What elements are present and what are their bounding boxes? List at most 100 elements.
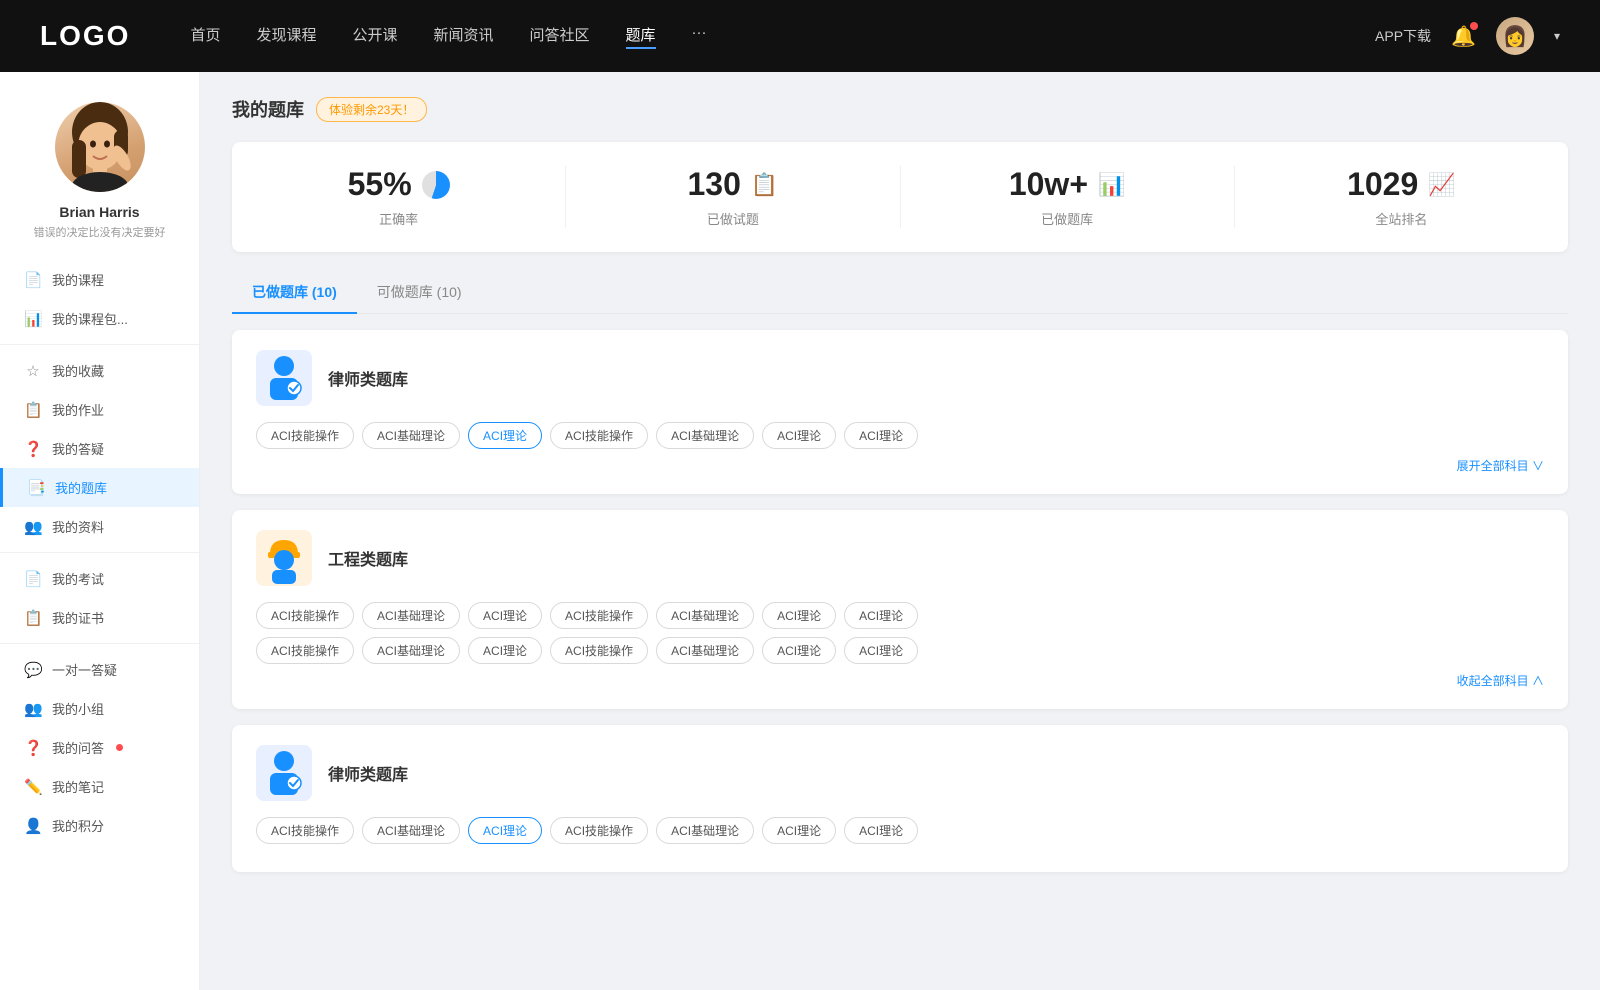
tab-available-banks[interactable]: 可做题库 (10) [357,272,482,314]
page-wrapper: Brian Harris 错误的决定比没有决定要好 📄 我的课程 📊 我的课程包… [0,0,1600,990]
nav-more[interactable]: ··· [692,24,707,49]
stat-done-banks-label: 已做题库 [1041,209,1093,228]
sidebar-item-favorites[interactable]: ☆ 我的收藏 [0,351,199,390]
sidebar-item-my-qa[interactable]: ❓ 我的问答 [0,728,199,767]
navbar: LOGO 首页 发现课程 公开课 新闻资讯 问答社区 题库 ··· APP下载 … [0,0,1600,72]
stat-done-questions-top: 130 📋 [687,166,778,203]
tag-4[interactable]: ACI基础理论 [656,422,754,449]
logo: LOGO [40,20,130,52]
stat-done-questions-value: 130 [687,166,740,203]
stat-ranking-value: 1029 [1347,166,1418,203]
avatar-image [55,102,145,192]
stat-done-banks: 10w+ 📊 已做题库 [901,166,1235,228]
stat-accuracy-value: 55% [348,166,412,203]
sidebar-item-tutoring[interactable]: 💬 一对一答疑 [0,650,199,689]
nav-links: 首页 发现课程 公开课 新闻资讯 问答社区 题库 ··· [190,24,1335,49]
l2-tag-1[interactable]: ACI基础理论 [362,817,460,844]
tag-6[interactable]: ACI理论 [844,422,918,449]
sidebar-item-course-packages[interactable]: 📊 我的课程包... [0,299,199,338]
l2-tag-3[interactable]: ACI技能操作 [550,817,648,844]
sidebar-slogan: 错误的决定比没有决定要好 [34,224,166,240]
sidebar-item-homework[interactable]: 📋 我的作业 [0,390,199,429]
sidebar: Brian Harris 错误的决定比没有决定要好 📄 我的课程 📊 我的课程包… [0,72,200,990]
eng-tag-8[interactable]: ACI基础理论 [362,637,460,664]
eng-tag-7[interactable]: ACI技能操作 [256,637,354,664]
nav-qbank[interactable]: 题库 [626,24,656,49]
engineer-avatar-icon [260,532,308,584]
eng-tag-2[interactable]: ACI理论 [468,602,542,629]
sidebar-item-qa[interactable]: ❓ 我的答疑 [0,429,199,468]
qa-icon: ❓ [24,440,42,458]
eng-tag-1[interactable]: ACI基础理论 [362,602,460,629]
nav-qa[interactable]: 问答社区 [530,24,590,49]
tutoring-icon: 💬 [24,661,42,679]
eng-tag-3[interactable]: ACI技能操作 [550,602,648,629]
app-download-button[interactable]: APP下载 [1375,26,1431,46]
sidebar-item-points[interactable]: 👤 我的积分 [0,806,199,845]
sidebar-item-materials[interactable]: 👥 我的资料 [0,507,199,546]
sidebar-item-my-courses[interactable]: 📄 我的课程 [0,260,199,299]
engineer-avatar [256,530,312,586]
tag-1[interactable]: ACI基础理论 [362,422,460,449]
sidebar-item-notes[interactable]: ✏️ 我的笔记 [0,767,199,806]
eng-tag-9[interactable]: ACI理论 [468,637,542,664]
eng-tag-12[interactable]: ACI理论 [762,637,836,664]
doc-icon: 📋 [751,172,778,198]
l2-tag-0[interactable]: ACI技能操作 [256,817,354,844]
my-courses-icon: 📄 [24,271,42,289]
qb-card-engineer-tags-row1: ACI技能操作 ACI基础理论 ACI理论 ACI技能操作 ACI基础理论 AC… [256,602,1544,629]
materials-icon: 👥 [24,518,42,536]
l2-tag-5[interactable]: ACI理论 [762,817,836,844]
my-qa-icon: ❓ [24,739,42,757]
sidebar-avatar [55,102,145,192]
qa-notification-dot [116,744,123,751]
bar-chart-icon: 📈 [1428,172,1455,198]
user-avatar[interactable]: 👩 [1496,17,1534,55]
tag-3[interactable]: ACI技能操作 [550,422,648,449]
stat-ranking-label: 全站排名 [1375,209,1427,228]
stat-ranking: 1029 📈 全站排名 [1235,166,1568,228]
qb-card-engineer-collapse[interactable]: 收起全部科目 ∧ [256,672,1544,689]
notification-bell[interactable]: 🔔 [1451,24,1476,49]
qb-card-lawyer-1-header: 律师类题库 [256,350,1544,406]
qb-card-lawyer-1-tags: ACI技能操作 ACI基础理论 ACI理论 ACI技能操作 ACI基础理论 AC… [256,422,1544,449]
qb-card-engineer: 工程类题库 ACI技能操作 ACI基础理论 ACI理论 ACI技能操作 ACI基… [232,510,1568,709]
eng-tag-11[interactable]: ACI基础理论 [656,637,754,664]
eng-tag-4[interactable]: ACI基础理论 [656,602,754,629]
l2-tag-2[interactable]: ACI理论 [468,817,542,844]
qb-card-lawyer-2-tags: ACI技能操作 ACI基础理论 ACI理论 ACI技能操作 ACI基础理论 AC… [256,817,1544,844]
eng-tag-0[interactable]: ACI技能操作 [256,602,354,629]
tag-2[interactable]: ACI理论 [468,422,542,449]
sidebar-item-groups[interactable]: 👥 我的小组 [0,689,199,728]
tag-0[interactable]: ACI技能操作 [256,422,354,449]
nav-courses[interactable]: 发现课程 [256,24,316,49]
qb-card-lawyer-2-header: 律师类题库 [256,745,1544,801]
tag-5[interactable]: ACI理论 [762,422,836,449]
l2-tag-4[interactable]: ACI基础理论 [656,817,754,844]
qb-card-lawyer-1-expand[interactable]: 展开全部科目 ∨ [256,457,1544,474]
sidebar-item-exams[interactable]: 📄 我的考试 [0,559,199,598]
nav-news[interactable]: 新闻资讯 [434,24,494,49]
stat-accuracy: 55% 正确率 [232,166,566,228]
l2-tag-6[interactable]: ACI理论 [844,817,918,844]
nav-open-course[interactable]: 公开课 [352,24,397,49]
lawyer-1-avatar [256,350,312,406]
favorites-icon: ☆ [24,362,42,380]
sidebar-menu: 📄 我的课程 📊 我的课程包... ☆ 我的收藏 📋 我的作业 ❓ 我的答疑 � [0,260,199,845]
sidebar-item-question-bank[interactable]: 📑 我的题库 [0,468,199,507]
sidebar-item-certificates[interactable]: 📋 我的证书 [0,598,199,637]
course-packages-icon: 📊 [24,310,42,328]
eng-tag-5[interactable]: ACI理论 [762,602,836,629]
sidebar-username: Brian Harris [59,204,139,220]
user-dropdown-chevron[interactable]: ▾ [1554,29,1560,43]
eng-tag-10[interactable]: ACI技能操作 [550,637,648,664]
nav-home[interactable]: 首页 [190,24,220,49]
qb-card-lawyer-2: 律师类题库 ACI技能操作 ACI基础理论 ACI理论 ACI技能操作 ACI基… [232,725,1568,872]
eng-tag-13[interactable]: ACI理论 [844,637,918,664]
eng-tag-6[interactable]: ACI理论 [844,602,918,629]
tab-done-banks[interactable]: 已做题库 (10) [232,272,357,314]
tabs-row: 已做题库 (10) 可做题库 (10) [232,272,1568,314]
stat-accuracy-top: 55% [348,166,450,203]
lawyer-2-avatar-icon [260,747,308,799]
qb-card-engineer-tags-row2: ACI技能操作 ACI基础理论 ACI理论 ACI技能操作 ACI基础理论 AC… [256,637,1544,664]
